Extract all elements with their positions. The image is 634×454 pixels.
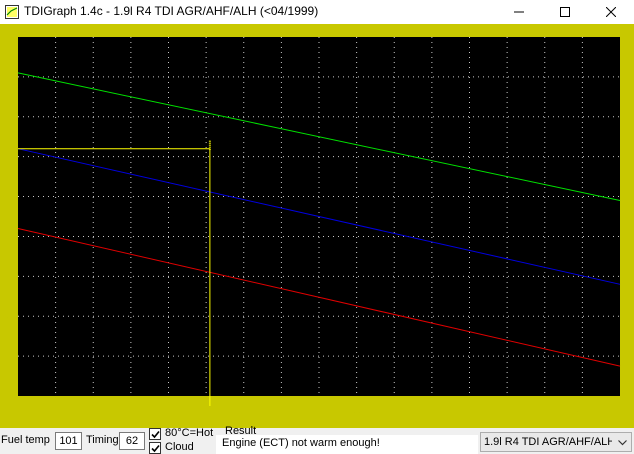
hot-checkbox[interactable]: [149, 428, 161, 440]
x-tick-label: 160: [424, 406, 441, 417]
x-tick-label: 110: [236, 406, 252, 417]
x-tick-label: 60: [50, 406, 62, 417]
x-tick-label: 90: [163, 406, 175, 417]
y-tick-label: 70: [4, 113, 16, 124]
minimize-icon: [514, 11, 524, 13]
x-tick-label: 100: [198, 406, 215, 417]
cursor-marker: [208, 142, 211, 144]
timing-label: Timing: [86, 434, 119, 446]
y-tick-label: 40: [4, 232, 16, 243]
close-button[interactable]: [588, 0, 634, 24]
engine-select[interactable]: 1.9l R4 TDI AGR/AHF/ALH: [480, 432, 632, 452]
y-tick-label: 90: [4, 33, 16, 44]
y-tick-label: 10: [4, 352, 16, 363]
cursor-marker: [208, 144, 211, 146]
close-icon: [606, 7, 616, 17]
engine-select-value: 1.9l R4 TDI AGR/AHF/ALH: [484, 436, 612, 448]
x-tick-label: 120: [273, 406, 290, 417]
y-tick-label: 0: [4, 392, 10, 403]
x-tick-label: 50: [12, 406, 24, 417]
title-bar: TDIGraph 1.4c - 1.9l R4 TDI AGR/AHF/ALH …: [0, 0, 634, 24]
hot-checkbox-label: 80°C=Hot: [165, 427, 214, 439]
x-tick-label: 150: [386, 406, 403, 417]
y-tick-label: 20: [4, 312, 16, 323]
x-tick-label: 130: [311, 406, 328, 417]
maximize-icon: [560, 7, 570, 17]
result-text: Engine (ECT) not warm enough!: [222, 437, 380, 449]
y-tick-label: 50: [4, 193, 16, 204]
y-tick-label: 30: [4, 272, 16, 283]
checkmark-icon: [151, 430, 160, 439]
x-tick-label: 70: [88, 406, 100, 417]
chevron-down-icon: [618, 440, 627, 446]
checkmark-icon: [151, 444, 160, 453]
maximize-button[interactable]: [542, 0, 588, 24]
fuel-temp-label: Fuel temp: [1, 434, 50, 446]
app-icon: [5, 5, 19, 19]
window-title: TDIGraph 1.4c - 1.9l R4 TDI AGR/AHF/ALH …: [24, 4, 319, 18]
x-tick-label: 140: [348, 406, 365, 417]
cursor-marker: [208, 148, 211, 150]
result-label: Result: [225, 425, 257, 437]
minimize-button[interactable]: [496, 0, 542, 24]
fuel-temp-field[interactable]: 101: [55, 432, 82, 450]
chart[interactable]: 0 10 20 30 40 50 60 70 80 90 50 60 70 80 90 100 110 120 13…: [0, 24, 634, 428]
cloud-checkbox-label: Cloud: [165, 441, 194, 453]
x-tick-label: 80: [125, 406, 137, 417]
control-bar: Fuel temp 101 Timing 62 80°C=Hot Cloud R…: [0, 425, 634, 454]
x-tick-label: 190: [536, 406, 553, 417]
x-tick-label: 210: [612, 406, 629, 417]
y-tick-label: 60: [4, 153, 16, 164]
x-tick-label: 200: [574, 406, 591, 417]
cursor-marker: [208, 140, 211, 142]
timing-field[interactable]: 62: [119, 432, 145, 450]
cloud-checkbox[interactable]: [149, 442, 161, 454]
x-tick-label: 180: [499, 406, 516, 417]
y-tick-label: 80: [4, 73, 16, 84]
x-tick-label: 170: [461, 406, 478, 417]
cursor-marker: [208, 146, 211, 148]
